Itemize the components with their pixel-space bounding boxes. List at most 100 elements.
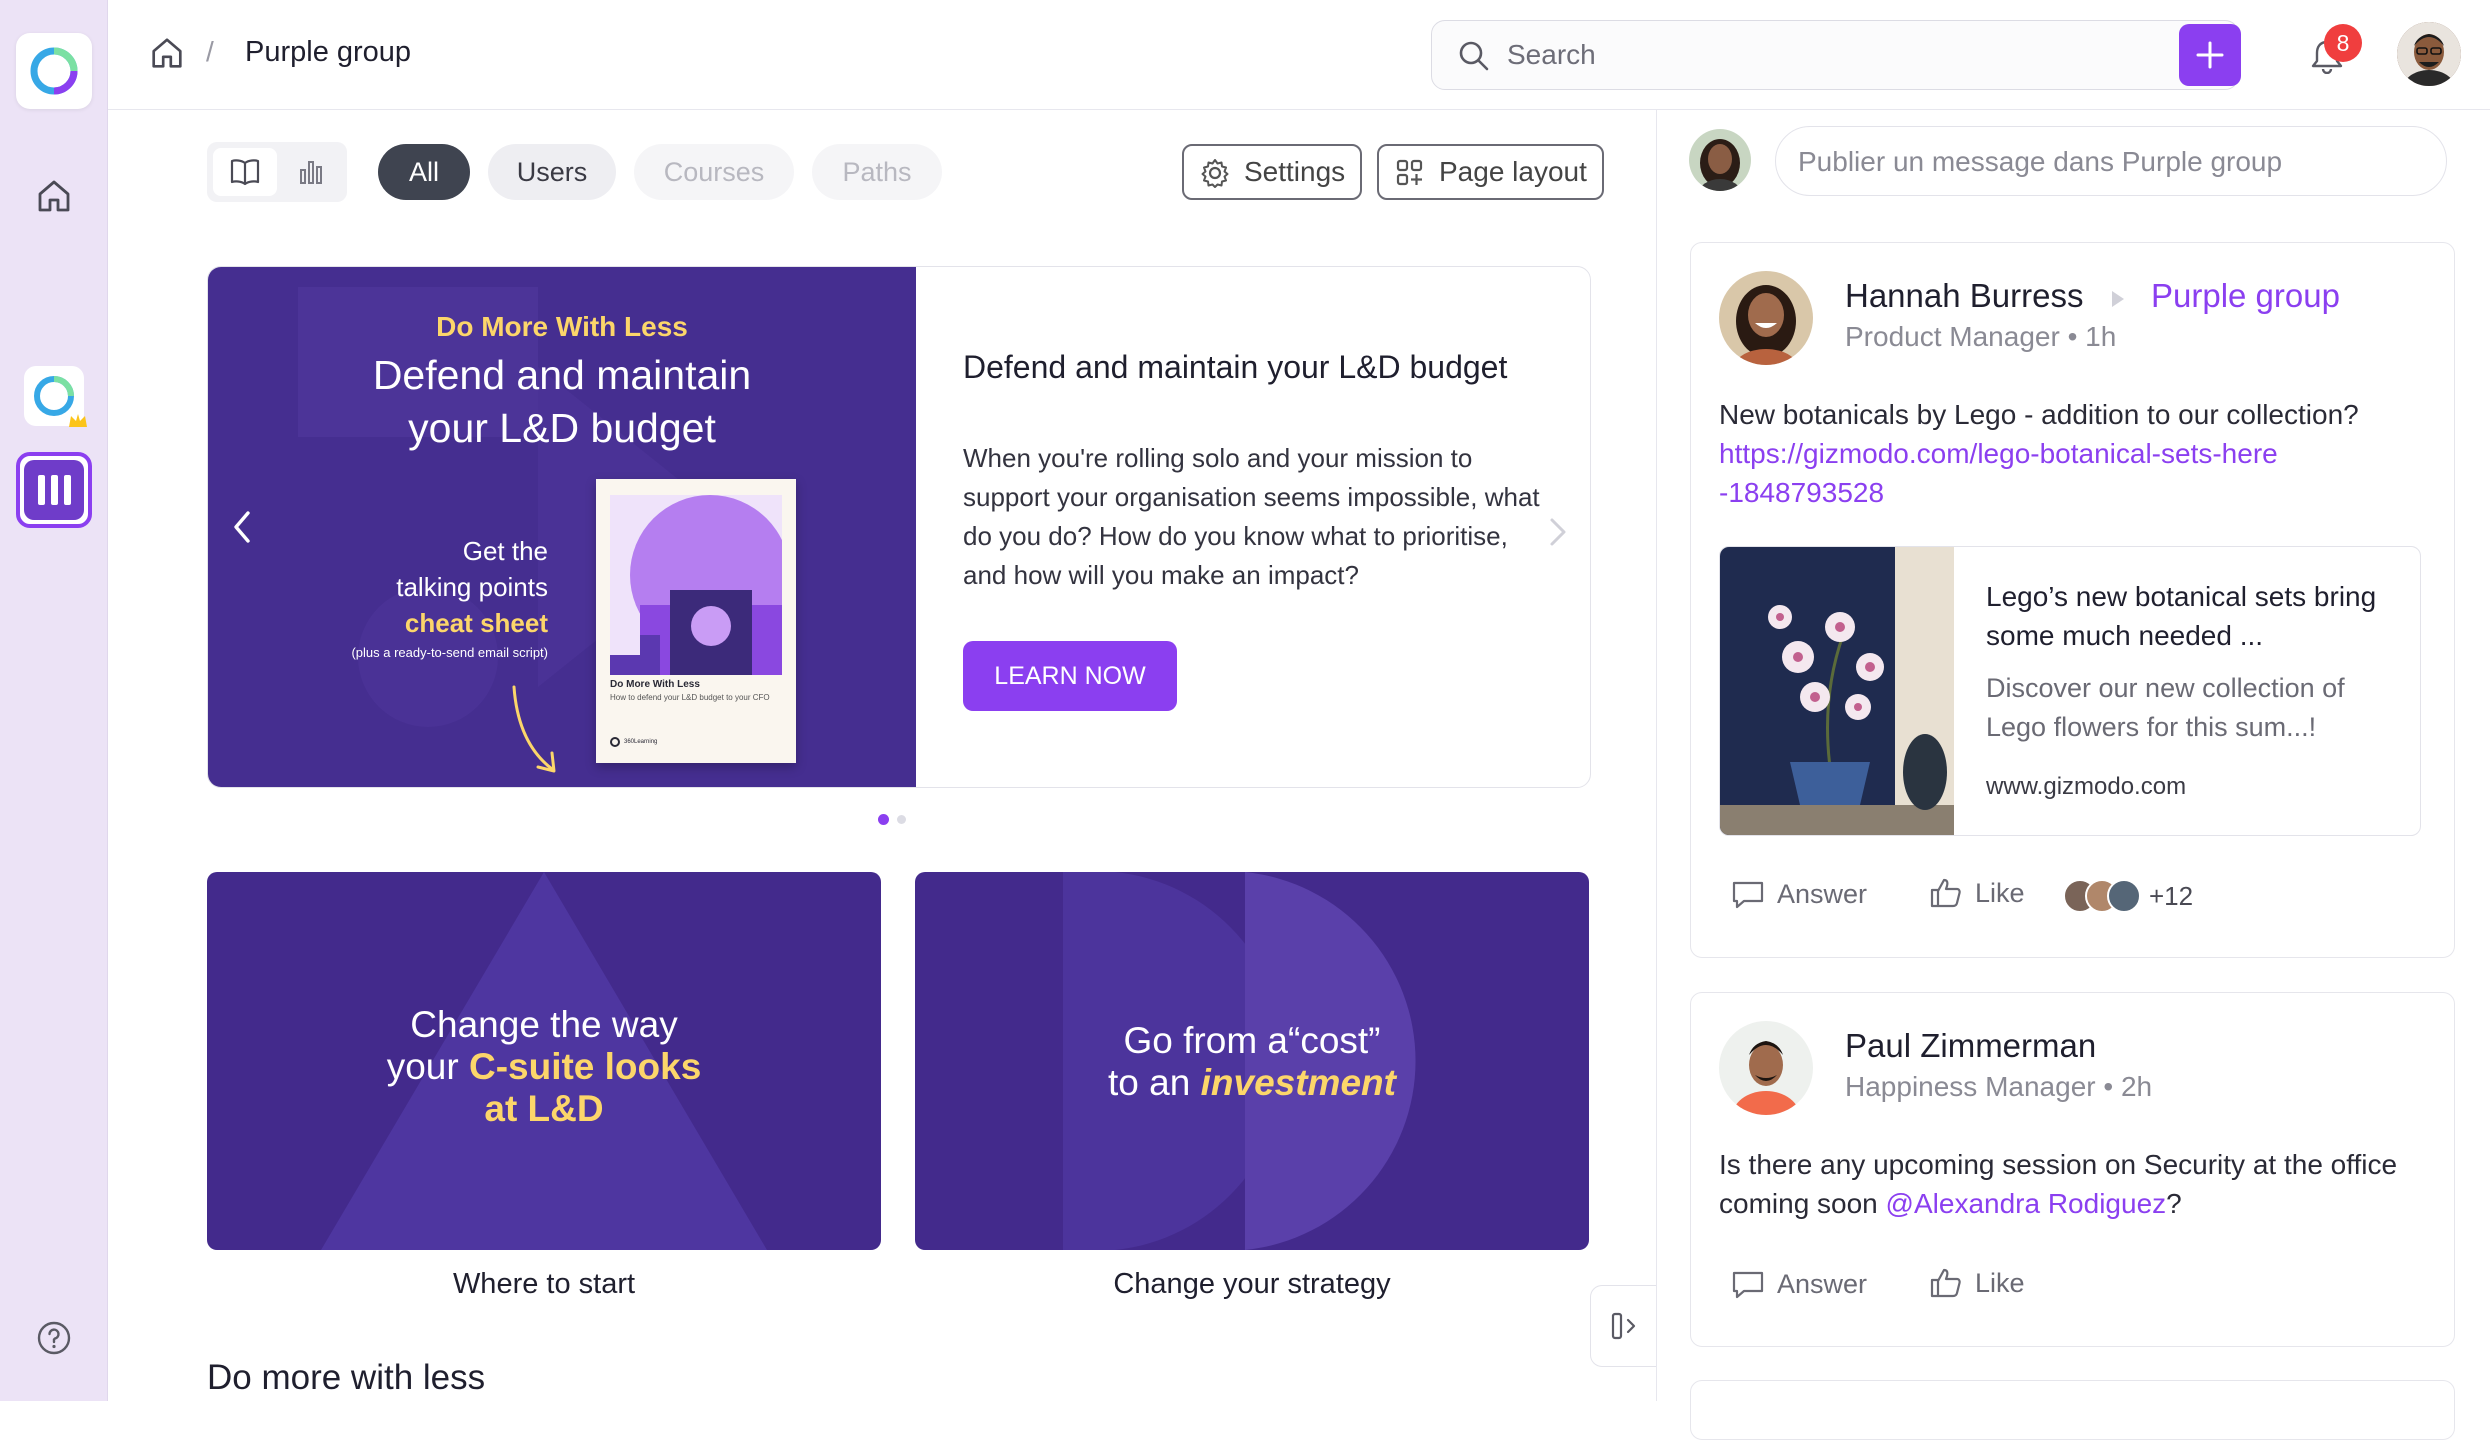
hero-image-title-line2: your L&D budget xyxy=(408,405,716,451)
post-card-paul: Paul Zimmerman Happiness Manager • 2h Is… xyxy=(1690,992,2455,1347)
breadcrumb-current: Purple group xyxy=(245,36,412,68)
post-role-time: Product Manager • 1h xyxy=(1845,321,2117,352)
post-like-label: Like xyxy=(1975,1267,2025,1298)
filter-tab-all[interactable]: All xyxy=(378,144,470,200)
gear-icon xyxy=(1201,159,1229,188)
plus-icon xyxy=(2196,41,2224,69)
hero-get-line4: (plus a ready-to-send email script) xyxy=(351,645,548,660)
post-mention-link[interactable]: @Alexandra Rodiguez xyxy=(1886,1188,2167,1219)
hero-banner-image[interactable]: Do More With Less Defend and maintain yo… xyxy=(208,267,916,787)
carousel-dot-active[interactable] xyxy=(878,814,889,825)
post-card-hannah: Hannah Burress Purple group Product Mana… xyxy=(1690,242,2455,958)
post-like-label: Like xyxy=(1975,877,2025,908)
hannah-avatar-image xyxy=(1719,271,1813,365)
likers-avatars[interactable] xyxy=(2063,879,2145,913)
purple-group-button[interactable] xyxy=(16,452,92,528)
search-box[interactable] xyxy=(1431,20,2239,90)
carousel-next-button[interactable] xyxy=(1538,507,1578,557)
caret-right-icon xyxy=(2112,291,2124,307)
comment-icon xyxy=(1732,881,1764,908)
tile-1-caption: Where to start xyxy=(452,1268,636,1300)
create-button[interactable] xyxy=(2179,24,2241,86)
post-card-next xyxy=(1690,1380,2455,1440)
post-answer-button[interactable]: Answer xyxy=(1731,1269,1867,1300)
composer-placeholder: Publier un message dans Purple group xyxy=(1798,146,2283,177)
post-author-name[interactable]: Paul Zimmerman xyxy=(1845,1027,2096,1065)
purple-group-icon xyxy=(24,460,84,520)
thumbs-up-icon xyxy=(1930,878,1961,908)
page-layout-button[interactable]: Page layout xyxy=(1377,144,1604,200)
booklet-brand: 360Learning xyxy=(610,737,657,747)
post-like-button[interactable]: Like xyxy=(1929,1267,2025,1299)
post-text: New botanicals by Lego - addition to our… xyxy=(1719,395,2429,512)
post-author-name[interactable]: Hannah Burress xyxy=(1845,277,2083,315)
post-author-avatar[interactable] xyxy=(1719,1021,1813,1115)
tile-2-text: Go from a“cost” to an investment xyxy=(915,1020,1589,1104)
settings-button[interactable]: Settings xyxy=(1182,144,1362,200)
notification-count-badge: 8 xyxy=(2324,24,2362,62)
catalog-view-button[interactable] xyxy=(213,148,277,196)
booklet-subtitle: How to defend your L&D budget to your CF… xyxy=(610,693,770,702)
search-input[interactable] xyxy=(1507,33,2207,77)
book-icon xyxy=(230,159,260,186)
tile-where-to-start[interactable]: Change the way your C-suite looks at L&D xyxy=(207,872,881,1250)
tile-2-line2b: investment xyxy=(1200,1062,1396,1103)
hero-image-cheatsheet-text: Get the talking points cheat sheet (plus… xyxy=(308,533,548,665)
breadcrumb-home-button[interactable] xyxy=(148,34,186,77)
hero-image-title: Defend and maintain your L&D budget xyxy=(208,349,916,455)
panel-collapse-icon xyxy=(1611,1312,1635,1340)
post-link[interactable]: https://gizmodo.com/lego-botanical-sets-… xyxy=(1719,434,2279,512)
tile-change-strategy[interactable]: Go from a“cost” to an investment xyxy=(915,872,1589,1250)
post-answer-label: Answer xyxy=(1777,1269,1868,1299)
post-like-button[interactable]: Like xyxy=(1929,877,2025,909)
home-icon xyxy=(38,180,70,212)
hero-image-kicker: Do More With Less xyxy=(436,311,688,342)
filter-tab-users[interactable]: Users xyxy=(488,144,616,200)
notifications-button[interactable]: 8 xyxy=(2300,24,2362,80)
view-toggle xyxy=(207,142,347,202)
hero-description: When you're rolling solo and your missio… xyxy=(963,443,1540,590)
help-button[interactable] xyxy=(16,1300,92,1376)
post-composer[interactable]: Publier un message dans Purple group xyxy=(1775,126,2447,196)
help-icon xyxy=(37,1321,71,1355)
post-role-time: Happiness Manager • 2h xyxy=(1845,1071,2153,1102)
post-author-avatar[interactable] xyxy=(1719,271,1813,365)
preview-title: Lego’s new botanical sets bring some muc… xyxy=(1986,581,2377,651)
booklet-brand-text: 360Learning xyxy=(624,739,658,745)
page-layout-label: Page layout xyxy=(1439,156,1587,187)
link-preview-card[interactable]: Lego’s new botanical sets bring some muc… xyxy=(1719,546,2421,836)
tile-2-line2a: to an xyxy=(1108,1062,1201,1103)
learn-now-button[interactable]: LEARN NOW xyxy=(963,641,1177,711)
current-user-avatar[interactable] xyxy=(2397,22,2461,86)
hero-get-line3: cheat sheet xyxy=(404,608,548,638)
group-360-button[interactable] xyxy=(16,358,92,434)
post-group-link[interactable]: Purple group xyxy=(2151,277,2340,315)
user-avatar-image xyxy=(2397,22,2461,86)
home-nav-button[interactable] xyxy=(16,158,92,234)
tile-1-text: Change the way your C-suite looks at L&D xyxy=(207,1004,881,1130)
comment-icon xyxy=(1732,1271,1764,1298)
layout-grid-icon xyxy=(1396,159,1423,186)
home-icon xyxy=(152,38,182,68)
thumbs-up-icon xyxy=(1930,1268,1961,1298)
stats-view-button[interactable] xyxy=(281,148,341,196)
app-logo-button[interactable] xyxy=(16,33,92,109)
carousel-dot[interactable] xyxy=(897,815,906,824)
breadcrumb-separator: / xyxy=(206,36,214,67)
tile-2-line1: Go from a“cost” xyxy=(1123,1020,1381,1061)
tile-1-line2b: C-suite looks xyxy=(468,1046,702,1087)
toggle-right-panel-button[interactable] xyxy=(1590,1285,1658,1367)
tile-1-line1: Change the way xyxy=(410,1004,678,1045)
carousel-prev-button[interactable] xyxy=(222,499,262,555)
hero-get-line1: Get the xyxy=(462,536,548,566)
woman-avatar-image xyxy=(1689,129,1751,191)
likers-extra-count[interactable]: +12 xyxy=(2149,881,2193,912)
preview-description: Discover our new collection of Lego flow… xyxy=(1986,673,2345,742)
settings-label: Settings xyxy=(1244,156,1346,187)
crown-icon xyxy=(69,414,87,427)
composer-avatar xyxy=(1689,129,1751,191)
filter-tab-paths[interactable]: Paths xyxy=(812,144,942,200)
post-answer-label: Answer xyxy=(1777,879,1868,909)
post-answer-button[interactable]: Answer xyxy=(1731,879,1867,910)
filter-tab-courses[interactable]: Courses xyxy=(634,144,794,200)
